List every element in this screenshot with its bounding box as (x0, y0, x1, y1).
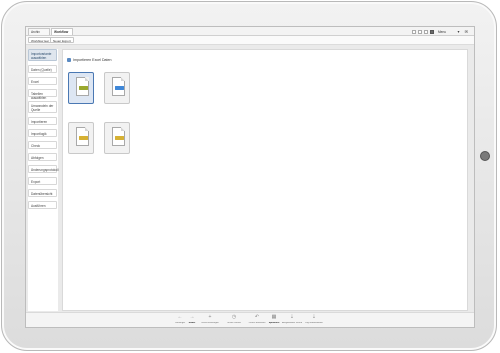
settings-icon[interactable] (424, 29, 429, 34)
sidebar-item-label: Änderungsprotokoll (31, 168, 59, 172)
sidebar-item-label: Importlogik (31, 132, 47, 136)
file-tile[interactable] (104, 72, 130, 104)
sidebar-item-aenderungsprotokoll[interactable]: Änderungsprotokoll (28, 165, 59, 173)
sidebar-item-ausfuehren[interactable]: Ausführen (28, 201, 57, 209)
sidebar-item-label: Daten (Quelle) (31, 68, 52, 72)
toolbar: Workflow leer Neuer Export (26, 36, 474, 45)
button-label: Neuer Export (53, 39, 71, 43)
sidebar-item-label: Importvariante auswählen (31, 52, 52, 60)
sidebar-item-importieren[interactable]: Importieren (28, 117, 57, 125)
main-header: Importieren Excel Daten (67, 58, 112, 62)
excel-icon (67, 58, 71, 62)
neuer-export-button[interactable]: Neuer Export (50, 37, 74, 43)
file-tile[interactable] (68, 122, 94, 154)
sidebar-item-label: Abfolgen (31, 156, 44, 160)
action-label: Schritt Verlauf (227, 322, 241, 324)
menu-label[interactable]: Menu (438, 30, 446, 34)
sidebar-item-label: Ausführen (31, 204, 46, 208)
sidebar-item-umwandeln[interactable]: Umwandeln der Quelle (28, 101, 57, 113)
history-icon[interactable]: ◷ (222, 314, 246, 320)
file-type-tag (79, 86, 88, 90)
download-icon[interactable]: ⇣ (280, 314, 304, 320)
content-area: Importvariante auswählen Daten (Quelle) … (26, 45, 474, 327)
sidebar-item-label: Importieren (31, 120, 48, 124)
sidebar-item-label: Datenübersicht (31, 192, 53, 196)
action-label: Schritt hinzufügen (201, 322, 219, 324)
main-header-label: Importieren Excel Daten (73, 58, 112, 62)
top-right-controls: Menu (412, 29, 446, 34)
restore-icon[interactable] (418, 29, 423, 34)
sidebar-item-label: Tabellen auswählen (31, 92, 47, 100)
minimize-icon[interactable] (412, 29, 417, 34)
sidebar-item-daten-quelle[interactable]: Daten (Quelle) (28, 65, 57, 73)
tab-workflow-1[interactable]: Workflow 1× (51, 28, 73, 41)
action-label: Log Informationen (305, 322, 323, 324)
sidebar-item-label: Excel (31, 80, 39, 84)
tab-bar: Archiv Excel Workflow 1× Menu ▾ ✉ (26, 27, 474, 41)
tab-archiv-excel[interactable]: Archiv Excel (28, 28, 50, 41)
sidebar-item-excel[interactable]: Excel (28, 77, 57, 85)
chat-icon[interactable] (430, 29, 435, 34)
sidebar-item-importlogik[interactable]: Importlogik (28, 129, 57, 137)
sidebar-item-datenuebersicht[interactable]: Datenübersicht (28, 189, 57, 197)
main-panel: Importieren Excel Daten (62, 49, 468, 311)
add-icon[interactable]: + (198, 314, 222, 320)
file-tile[interactable] (104, 122, 130, 154)
bottom-action-bar: ← Vorheriger → Weiter + Schritt hinzufüg… (26, 312, 474, 327)
sidebar-item-importvariante[interactable]: Importvariante auswählen (28, 49, 57, 61)
app-screen: Archiv Excel Workflow 1× Menu ▾ ✉ Workfl… (25, 26, 475, 328)
sidebar-item-check[interactable]: Check (28, 141, 57, 149)
workflow-leer-button[interactable]: Workflow leer (28, 37, 53, 43)
button-label: Workflow leer (31, 39, 50, 43)
sidebar-item-label: Check (31, 144, 41, 148)
file-tile[interactable] (68, 72, 94, 104)
sidebar-item-tabellen[interactable]: Tabellen auswählen (28, 89, 57, 100)
file-type-tag (115, 86, 124, 90)
home-button-icon[interactable] (480, 151, 490, 161)
log-download-icon[interactable]: ⇣ (302, 314, 326, 320)
sidebar-item-abfolgen[interactable]: Abfolgen (28, 153, 57, 161)
sidebar-item-label: Export (31, 180, 41, 184)
sidebar: Importvariante auswählen Daten (Quelle) … (28, 49, 58, 311)
action-label: Ausgewählter Schritt (281, 322, 303, 324)
file-type-tag (79, 136, 88, 140)
menu-icons[interactable]: ▾ ✉ (458, 29, 470, 34)
sidebar-item-export[interactable]: Export (28, 177, 57, 185)
sidebar-item-label: Umwandeln der Quelle (31, 104, 54, 112)
file-type-tag (115, 136, 124, 140)
